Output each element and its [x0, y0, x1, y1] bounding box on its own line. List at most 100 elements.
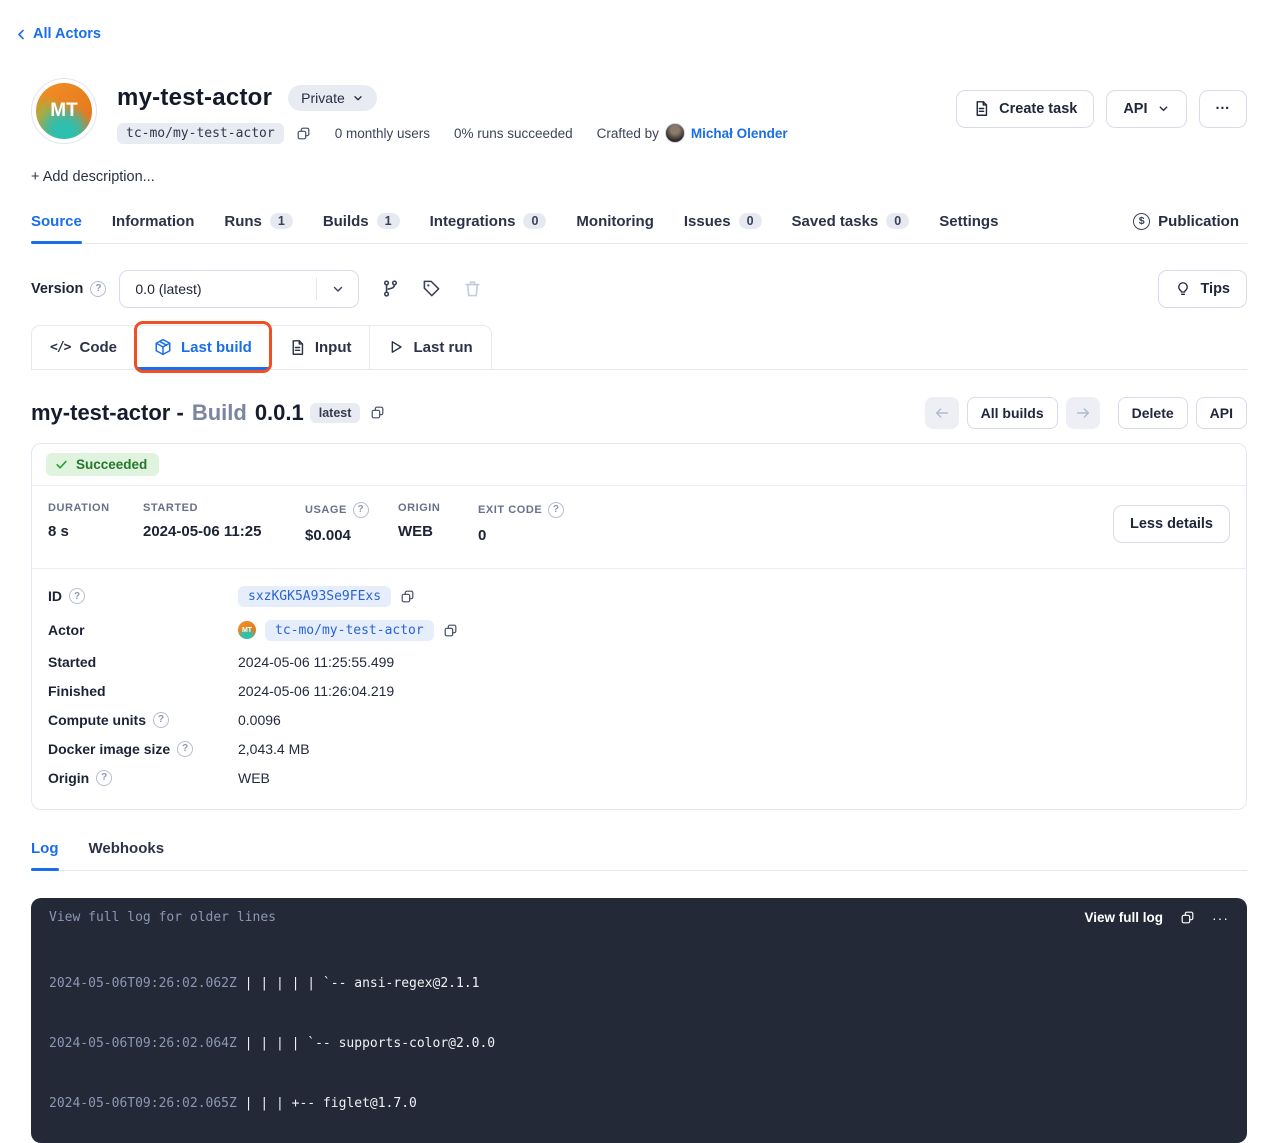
- chevron-down-icon: [352, 92, 364, 104]
- build-title: my-test-actor - Build 0.0.1: [31, 400, 304, 426]
- author-avatar: [665, 123, 685, 143]
- delete-build-button[interactable]: Delete: [1118, 397, 1188, 429]
- detail-label: Started: [48, 654, 96, 670]
- crafted-by-label: Crafted by: [597, 126, 659, 141]
- log-header: View full log for older lines View full …: [31, 898, 1247, 930]
- help-icon[interactable]: ?: [96, 770, 112, 786]
- subtab-input[interactable]: Input: [270, 325, 371, 369]
- author-link[interactable]: Michał Olender: [691, 126, 788, 141]
- tab-issues[interactable]: Issues0: [684, 207, 762, 243]
- api-dropdown-button[interactable]: API: [1106, 90, 1186, 128]
- all-actors-label: All Actors: [33, 26, 101, 42]
- log-line: 2024-05-06T09:26:02.062Z | | | | | `-- a…: [49, 974, 1229, 994]
- help-icon[interactable]: ?: [153, 712, 169, 728]
- add-description-button[interactable]: + Add description...: [31, 169, 155, 185]
- main-tabs: Source Information Runs1 Builds1 Integra…: [31, 207, 1247, 244]
- stat-origin: ORIGIN WEB: [398, 502, 478, 540]
- log-lines: 2024-05-06T09:26:02.062Z | | | | | `-- a…: [31, 930, 1247, 1143]
- detail-label: ID: [48, 588, 62, 604]
- version-bar: Version ? 0.0 (latest): [31, 270, 1247, 308]
- view-older-lines-link[interactable]: View full log for older lines: [49, 910, 276, 925]
- build-heading-row: my-test-actor - Build 0.0.1 latest All b…: [31, 397, 1247, 429]
- tab-count-badge: 1: [270, 213, 293, 229]
- chevron-down-icon: [1157, 102, 1170, 115]
- less-details-button[interactable]: Less details: [1113, 505, 1230, 543]
- actor-build-page: All Actors MT my-test-actor Private: [0, 0, 1269, 1143]
- tab-integrations[interactable]: Integrations0: [430, 207, 547, 243]
- detail-label-finished: Finished: [48, 683, 238, 699]
- next-build-button[interactable]: [1066, 397, 1100, 429]
- tab-webhooks[interactable]: Webhooks: [89, 834, 165, 870]
- view-full-log-button[interactable]: View full log: [1084, 910, 1163, 925]
- help-icon[interactable]: ?: [548, 502, 564, 518]
- help-icon[interactable]: ?: [177, 741, 193, 757]
- tab-information[interactable]: Information: [112, 207, 195, 243]
- subtab-last-build[interactable]: Last build: [135, 325, 271, 369]
- more-actions-button[interactable]: ···: [1199, 90, 1248, 128]
- create-task-label: Create task: [999, 101, 1077, 117]
- create-task-button[interactable]: Create task: [956, 90, 1094, 128]
- detail-value-finished: 2024-05-06 11:26:04.219: [238, 683, 1230, 699]
- help-icon[interactable]: ?: [90, 281, 106, 297]
- tag-icon[interactable]: [422, 279, 441, 298]
- code-icon: </>: [50, 340, 70, 355]
- help-icon[interactable]: ?: [69, 588, 85, 604]
- publication-link[interactable]: $ Publication: [1133, 213, 1239, 237]
- prev-build-button[interactable]: [925, 397, 959, 429]
- build-id-pill[interactable]: sxzKGK5A93Se9FExs: [238, 586, 391, 607]
- copy-actor-icon[interactable]: [443, 623, 458, 638]
- stat-value: $0.004: [305, 527, 398, 544]
- stat-value: 8 s: [48, 523, 143, 540]
- chevron-down-icon: [317, 282, 358, 296]
- tab-runs[interactable]: Runs1: [224, 207, 292, 243]
- package-icon: [154, 338, 172, 356]
- copy-id-icon[interactable]: [400, 589, 415, 604]
- tips-button[interactable]: Tips: [1158, 270, 1247, 308]
- visibility-dropdown[interactable]: Private: [288, 85, 377, 111]
- tab-monitoring[interactable]: Monitoring: [576, 207, 653, 243]
- detail-label: Origin: [48, 770, 89, 786]
- detail-label: Compute units: [48, 712, 146, 728]
- tab-count-badge: 0: [523, 213, 546, 229]
- copy-log-icon[interactable]: [1180, 910, 1195, 925]
- actor-link-pill[interactable]: tc-mo/my-test-actor: [265, 620, 434, 641]
- log-text: | | | +-- figlet@1.7.0: [237, 1096, 417, 1111]
- detail-value-docker-size: 2,043.4 MB: [238, 741, 1230, 757]
- subtab-last-run[interactable]: Last run: [369, 325, 491, 369]
- all-actors-link[interactable]: All Actors: [14, 26, 101, 42]
- runs-succeeded-stat: 0% runs succeeded: [454, 126, 573, 141]
- tab-count-badge: 0: [886, 213, 909, 229]
- document-icon: [973, 100, 990, 117]
- dollar-circle-icon: $: [1133, 213, 1150, 230]
- build-actions: All builds Delete API: [925, 397, 1247, 429]
- detail-label-started: Started: [48, 654, 238, 670]
- detail-label-origin: Origin ?: [48, 770, 238, 786]
- copy-handle-icon[interactable]: [296, 126, 311, 141]
- git-branch-icon[interactable]: [381, 279, 400, 298]
- tab-label: Saved tasks: [792, 213, 879, 230]
- actor-handle: tc-mo/my-test-actor: [117, 123, 284, 144]
- stat-label: STARTED: [143, 502, 198, 514]
- log-more-button[interactable]: ···: [1212, 910, 1229, 926]
- tab-saved-tasks[interactable]: Saved tasks 0: [792, 207, 910, 243]
- version-select[interactable]: 0.0 (latest): [119, 270, 359, 308]
- tab-log[interactable]: Log: [31, 834, 59, 870]
- subtab-code[interactable]: </> Code: [31, 325, 136, 369]
- ellipsis-icon: ···: [1216, 101, 1231, 117]
- monthly-users-stat: 0 monthly users: [335, 126, 430, 141]
- trash-icon[interactable]: [463, 279, 482, 298]
- detail-label-docker-size: Docker image size ?: [48, 741, 238, 757]
- detail-value-started: 2024-05-06 11:25:55.499: [238, 654, 1230, 670]
- stat-usage: USAGE? $0.004: [305, 502, 398, 544]
- tab-builds[interactable]: Builds1: [323, 207, 400, 243]
- subtab-label: Last build: [181, 339, 252, 356]
- all-builds-button[interactable]: All builds: [967, 397, 1058, 429]
- detail-value-origin: WEB: [238, 770, 1230, 786]
- help-icon[interactable]: ?: [353, 502, 369, 518]
- arrow-left-icon: [934, 405, 950, 421]
- log-line: 2024-05-06T09:26:02.064Z | | | | `-- sup…: [49, 1034, 1229, 1054]
- tab-source[interactable]: Source: [31, 207, 82, 243]
- build-api-button[interactable]: API: [1196, 397, 1247, 429]
- tab-settings[interactable]: Settings: [939, 207, 998, 243]
- copy-build-icon[interactable]: [370, 405, 385, 420]
